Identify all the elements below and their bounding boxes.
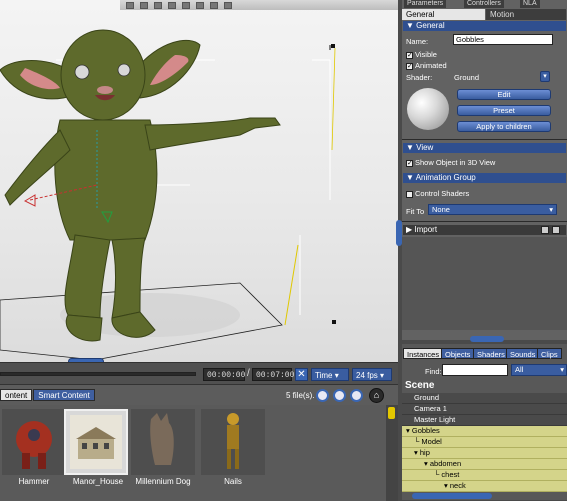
scene-filter-select[interactable]: All ▾ bbox=[511, 364, 567, 376]
find-label: Find: bbox=[425, 367, 442, 376]
grid-icon[interactable] bbox=[168, 1, 176, 9]
3d-viewport[interactable] bbox=[0, 0, 398, 362]
tab-motion[interactable]: Motion bbox=[486, 9, 566, 20]
tab-content[interactable]: ontent bbox=[0, 389, 33, 401]
render-icon[interactable] bbox=[224, 1, 232, 9]
tab-nla[interactable]: NLA bbox=[520, 0, 540, 8]
tab-general[interactable]: General bbox=[402, 9, 485, 20]
name-label: Name: bbox=[406, 37, 429, 46]
end-time-field[interactable]: 00:07:00 bbox=[252, 368, 294, 381]
scene-panel: Instances Objects Shaders Sounds Clips F… bbox=[402, 344, 567, 500]
thumb-manor-house[interactable] bbox=[64, 409, 128, 475]
library-thumbnails: Hammer Manor_House Millennium Dog Nails bbox=[0, 405, 386, 501]
current-time-field[interactable]: 00:00:00 bbox=[203, 368, 245, 381]
thumb-label: Nails bbox=[224, 477, 242, 486]
scene-row-neck[interactable]: ▾ neck bbox=[402, 481, 567, 492]
edit-shader-button[interactable]: Edit bbox=[457, 89, 551, 100]
thumb-nails[interactable] bbox=[201, 409, 265, 475]
panel-resize-handle[interactable] bbox=[470, 336, 504, 342]
tab-clips[interactable]: Clips bbox=[537, 348, 562, 359]
time-separator: / bbox=[247, 368, 250, 379]
expand-icon[interactable]: ▾ bbox=[406, 426, 410, 435]
fit-to-select[interactable]: None ▾ bbox=[428, 204, 557, 215]
thumb-label: Hammer bbox=[18, 477, 50, 486]
name-field[interactable]: Gobbles bbox=[453, 34, 553, 45]
scene-render bbox=[0, 29, 336, 361]
tab-instances[interactable]: Instances bbox=[403, 348, 444, 359]
shading-icon[interactable] bbox=[196, 1, 204, 9]
tab-controllers[interactable]: Controllers bbox=[464, 0, 504, 8]
thumb-label: Manor_House bbox=[72, 477, 124, 486]
fps-select[interactable]: 24 fps ▾ bbox=[352, 368, 392, 381]
control-shaders-checkbox[interactable]: Control Shaders bbox=[406, 189, 469, 198]
visible-checkbox[interactable]: ✓ Visible bbox=[406, 50, 437, 59]
animated-checkbox[interactable]: ✓ Animated bbox=[406, 61, 447, 70]
bbox-handle[interactable] bbox=[331, 44, 335, 48]
fit-to-label: Fit To bbox=[406, 207, 425, 216]
show-in-3d-checkbox[interactable]: ✓ Show Object in 3D View bbox=[406, 158, 495, 167]
camera-icon[interactable] bbox=[126, 1, 134, 9]
timeline-scrubber[interactable] bbox=[0, 372, 196, 376]
view-mode-icon[interactable] bbox=[333, 389, 346, 402]
view-mode-icon[interactable] bbox=[350, 389, 363, 402]
time-mode-select[interactable]: Time ▾ bbox=[311, 368, 349, 381]
thumb-millennium-dog[interactable] bbox=[131, 409, 195, 475]
thumb-hammer[interactable] bbox=[2, 409, 66, 475]
library-scrollbar[interactable] bbox=[386, 405, 398, 501]
general-section-header[interactable]: ▼ General bbox=[403, 21, 566, 31]
view-section-header[interactable]: ▼ View bbox=[403, 143, 566, 153]
find-input[interactable] bbox=[442, 364, 508, 376]
bbox-handle[interactable] bbox=[332, 320, 336, 324]
timeline-bar: 00:00:00 / 00:07:00 ✕ Time ▾ 24 fps ▾ bbox=[0, 362, 398, 384]
viewport-toolbar bbox=[120, 0, 398, 10]
scene-title: Scene bbox=[405, 380, 435, 391]
view-mode-icon[interactable] bbox=[316, 389, 329, 402]
parameters-panel: Parameters Controllers NLA General Motio… bbox=[402, 0, 567, 340]
import-remove-icon[interactable] bbox=[552, 226, 560, 234]
file-count: 5 file(s). bbox=[286, 391, 315, 400]
scene-row-camera[interactable]: Camera 1 bbox=[402, 404, 567, 415]
shader-dropdown-icon[interactable]: ▾ bbox=[540, 71, 550, 82]
four-view-icon[interactable] bbox=[154, 1, 162, 9]
scene-scroll-handle[interactable] bbox=[412, 493, 492, 499]
thumb-label: Millennium Dog bbox=[135, 477, 191, 486]
loop-toggle-icon[interactable]: ✕ bbox=[295, 368, 308, 381]
scene-row-master-light[interactable]: Master Light bbox=[402, 415, 567, 426]
apply-to-children-button[interactable]: Apply to children bbox=[457, 121, 551, 132]
preset-button[interactable]: Preset bbox=[457, 105, 551, 116]
scene-row-ground[interactable]: Ground bbox=[402, 393, 567, 404]
scene-row-hip[interactable]: ▾ hip bbox=[402, 448, 567, 459]
tab-shaders[interactable]: Shaders bbox=[473, 348, 509, 359]
library-scroll-thumb[interactable] bbox=[388, 407, 395, 419]
tab-objects[interactable]: Objects bbox=[441, 348, 475, 359]
scene-row-model[interactable]: └ Model bbox=[402, 437, 567, 448]
light-icon[interactable] bbox=[182, 1, 190, 9]
scene-row-abdomen[interactable]: ▾ abdomen bbox=[402, 459, 567, 470]
scene-row-gobbles[interactable]: ▾ Gobbles bbox=[402, 426, 567, 437]
scene-row-chest[interactable]: └ chest bbox=[402, 470, 567, 481]
import-add-icon[interactable] bbox=[541, 226, 549, 234]
shader-value: Ground bbox=[454, 73, 480, 82]
tab-sounds[interactable]: Sounds bbox=[506, 348, 540, 359]
tab-parameters[interactable]: Parameters bbox=[404, 0, 447, 8]
shader-preview-sphere bbox=[407, 88, 449, 130]
content-library: ontent Smart Content 5 file(s). ⌂ Hammer bbox=[0, 384, 398, 501]
ortho-view-icon[interactable] bbox=[140, 1, 148, 9]
animation-group-header[interactable]: ▼ Animation Group bbox=[403, 173, 566, 183]
wireframe-icon[interactable] bbox=[210, 1, 218, 9]
library-home-icon[interactable]: ⌂ bbox=[369, 388, 384, 403]
tab-smart-content[interactable]: Smart Content bbox=[33, 389, 95, 401]
shader-label: Shader: bbox=[406, 73, 433, 82]
